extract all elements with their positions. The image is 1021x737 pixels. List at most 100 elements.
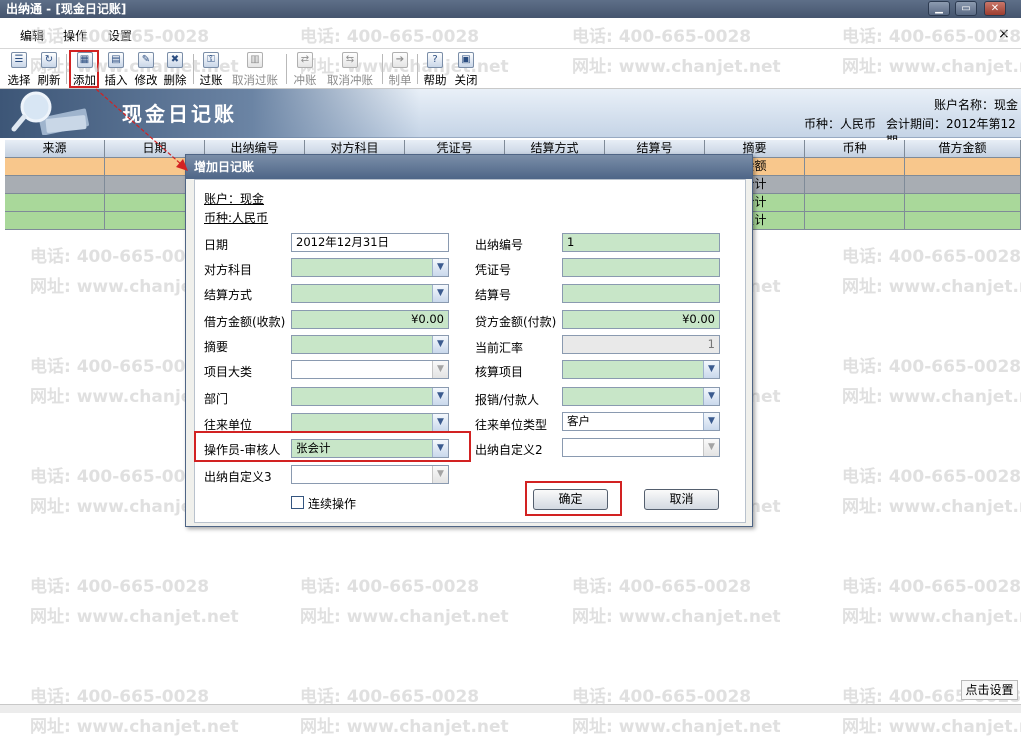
toolbar-button-delete[interactable]: ✖ 删除	[162, 52, 188, 88]
toolbar-label: 插入	[104, 73, 128, 87]
cashier-no-label: 出纳编号	[475, 238, 524, 252]
watermark-phone: 电话: 400-665-0028	[30, 577, 210, 597]
minimize-button[interactable]: ▁	[928, 1, 950, 16]
table-cell	[805, 212, 905, 229]
watermark-phone: 电话: 400-665-0028	[842, 247, 1021, 267]
toolbar-label: 帮助	[423, 73, 447, 87]
column-header[interactable]: 借方金额	[905, 140, 1021, 157]
cashier-no-input[interactable]: 1	[562, 233, 720, 252]
close-icon: ▣	[458, 52, 474, 68]
cancel-button[interactable]: 取消	[644, 489, 719, 510]
chevron-down-icon[interactable]: ▼	[432, 336, 448, 353]
watermark-site: 网址: www.chanjet.net	[842, 497, 1021, 517]
project-class-select: ▼	[291, 360, 449, 379]
watermark-phone: 电话: 400-665-0028	[30, 357, 210, 377]
chevron-down-icon[interactable]: ▼	[703, 413, 719, 430]
dialog-account-line: 账户：现金	[204, 192, 265, 206]
toolbar-button-voucher[interactable]: ➔ 制单	[387, 52, 413, 88]
custom3-label: 出纳自定义3	[204, 470, 272, 484]
chevron-down-icon[interactable]: ▼	[432, 259, 448, 276]
toolbar-button-refresh[interactable]: ↻ 刷新	[36, 52, 62, 88]
chevron-down-icon[interactable]: ▼	[703, 388, 719, 405]
toolbar-separator	[382, 54, 383, 84]
table-cell	[5, 194, 105, 211]
maximize-button[interactable]: ▭	[955, 1, 977, 16]
menu-close-icon[interactable]: ×	[998, 26, 1010, 42]
dialog-currency-line: 币种:人民币	[204, 211, 269, 225]
watermark-phone: 电话: 400-665-0028	[842, 467, 1021, 487]
cancel-reverse-icon: ⇆	[342, 52, 358, 68]
project-item-select[interactable]: ▼	[562, 360, 720, 379]
settle-no-input[interactable]	[562, 284, 720, 303]
horizontal-scrollbar[interactable]	[0, 704, 1021, 713]
window-close-button[interactable]: ✕	[984, 1, 1006, 16]
date-input[interactable]: 2012年12月31日	[291, 233, 449, 252]
custom3-select: ▼	[291, 465, 449, 484]
cashier-no-value: 1	[567, 235, 575, 249]
insert-icon: ▤	[108, 52, 124, 68]
magnifier-icon	[11, 91, 89, 135]
toolbar-button-select[interactable]: ☰ 选择	[6, 52, 32, 88]
toolbar-button-edit[interactable]: ✎ 修改	[133, 52, 159, 88]
watermark-site: 网址: www.chanjet.net	[300, 607, 509, 627]
toolbar-button-close[interactable]: ▣ 关闭	[453, 52, 479, 88]
debit-input[interactable]: ¥0.00	[291, 310, 449, 329]
toolbar-button-cancel-reverse[interactable]: ⇆ 取消冲账	[325, 52, 375, 88]
watermark-site: 网址: www.chanjet.net	[572, 717, 781, 737]
toolbar-button-insert[interactable]: ▤ 插入	[103, 52, 129, 88]
department-label: 部门	[204, 392, 229, 406]
department-select[interactable]: ▼	[291, 387, 449, 406]
credit-input[interactable]: ¥0.00	[562, 310, 720, 329]
summary-select[interactable]: ▼	[291, 335, 449, 354]
toolbar-button-unpost[interactable]: ▥ 取消过账	[230, 52, 280, 88]
chevron-down-icon[interactable]: ▼	[432, 388, 448, 405]
credit-label: 贷方金额(付款)	[475, 315, 557, 329]
toolbar-button-post[interactable]: ⚿ 过账	[198, 52, 224, 88]
continuous-checkbox[interactable]	[291, 496, 304, 509]
debit-label: 借方金额(收款)	[204, 315, 286, 329]
chevron-down-icon[interactable]: ▼	[432, 414, 448, 431]
toolbar-label: 修改	[134, 73, 158, 87]
voucher-no-input[interactable]	[562, 258, 720, 277]
toolbar-label: 关闭	[454, 73, 478, 87]
chevron-down-icon[interactable]: ▼	[703, 361, 719, 378]
column-header[interactable]: 币种	[805, 140, 905, 157]
table-cell	[805, 158, 905, 175]
watermark-phone: 电话: 400-665-0028	[30, 247, 210, 267]
delete-icon: ✖	[167, 52, 183, 68]
project-item-label: 核算项目	[475, 365, 524, 379]
toolbar-button-reverse[interactable]: ⇄ 冲账	[292, 52, 318, 88]
settle-method-select[interactable]: ▼	[291, 284, 449, 303]
watermark-site: 网址: www.chanjet.net	[572, 607, 781, 627]
settings-badge[interactable]: 点击设置	[961, 680, 1018, 700]
toolbar-label: 冲账	[293, 73, 317, 87]
payee-label: 报销/付款人	[475, 393, 540, 407]
watermark-site: 网址: www.chanjet.net	[842, 717, 1021, 737]
table-cell	[905, 158, 1021, 175]
partner-select[interactable]: ▼	[291, 413, 449, 432]
ok-button[interactable]: 确定	[533, 489, 608, 510]
watermark-site: 网址: www.chanjet.net	[30, 717, 239, 737]
menu-edit[interactable]: 编辑	[20, 27, 44, 44]
debit-value: ¥0.00	[411, 312, 444, 326]
post-icon: ⚿	[203, 52, 219, 68]
continuous-label: 连续操作	[308, 497, 357, 511]
watermark-phone: 电话: 400-665-0028	[842, 577, 1021, 597]
toolbar-button-add[interactable]: ▦ 添加	[71, 52, 98, 88]
toolbar-button-help[interactable]: ? 帮助	[422, 52, 448, 88]
payee-select[interactable]: ▼	[562, 387, 720, 406]
toolbar-label: 取消冲账	[327, 73, 373, 87]
chevron-down-icon: ▼	[703, 439, 719, 456]
counter-account-select[interactable]: ▼	[291, 258, 449, 277]
toolbar-label: 取消过账	[232, 73, 278, 87]
menu-operate[interactable]: 操作	[63, 27, 87, 44]
watermark-phone: 电话: 400-665-0028	[30, 467, 210, 487]
summary-label: 摘要	[204, 340, 229, 354]
date-value: 2012年12月31日	[296, 235, 390, 249]
exchange-rate-input: 1	[562, 335, 720, 354]
menu-settings[interactable]: 设置	[108, 27, 132, 44]
partner-type-value: 客户	[567, 414, 590, 428]
help-icon: ?	[427, 52, 443, 68]
partner-type-select[interactable]: 客户 ▼	[562, 412, 720, 431]
chevron-down-icon[interactable]: ▼	[432, 285, 448, 302]
